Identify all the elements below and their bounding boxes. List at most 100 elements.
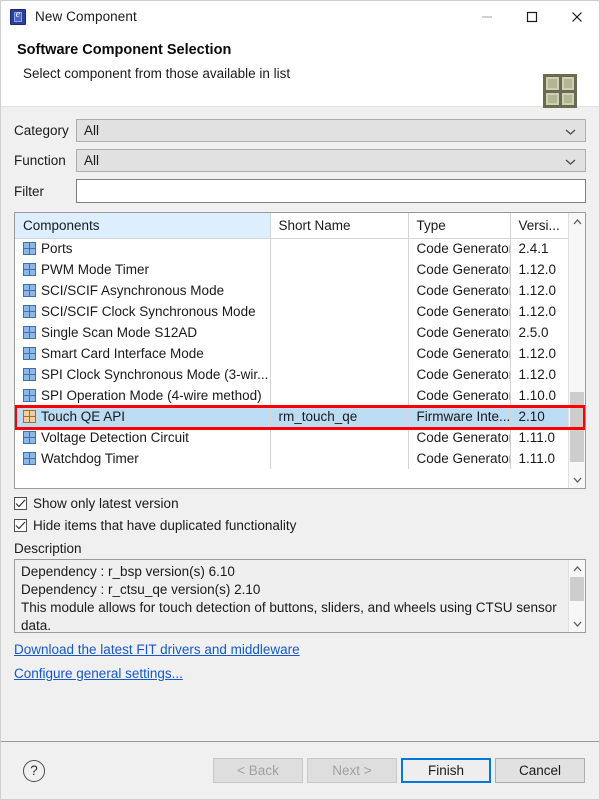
cell-version: 1.12.0 (518, 346, 557, 361)
cell-short-name (270, 238, 409, 259)
cell-type: Firmware Inte... (408, 406, 511, 427)
table-row[interactable]: Touch QE API rm_touch_qe Firmware Inte... 2… (15, 406, 568, 427)
function-label: Function (14, 153, 66, 168)
description-scroll-track[interactable] (569, 577, 585, 615)
show-latest-version-checkbox[interactable]: Show only latest version (14, 496, 586, 511)
table-row[interactable]: Watchdog Timer Code Generator 1.11.0 (15, 448, 568, 469)
table-row[interactable]: SPI Clock Synchronous Mode (3-wir... Code… (15, 364, 568, 385)
table-row[interactable]: Ports Code Generator 2.4.1 (15, 238, 568, 259)
table-row[interactable]: PWM Mode Timer Code Generator 1.12.0 (15, 259, 568, 280)
description-scrollbar[interactable] (568, 560, 585, 632)
cell-component-name: SPI Clock Synchronous Mode (3-wir... (15, 364, 271, 385)
function-dropdown[interactable]: All (76, 149, 586, 172)
component-grid-icon (23, 431, 36, 444)
components-table-body: Components Short Name Type Versi... Port… (15, 213, 568, 488)
cell-short-name (270, 427, 409, 448)
category-label: Category (14, 123, 69, 138)
new-component-dialog: New Component Software Component Selecti… (0, 0, 600, 800)
component-name-label: Ports (41, 241, 73, 257)
cell-type: Code Generator (408, 364, 511, 385)
description-line: Dependency : r_bsp version(s) 6.10 (21, 564, 235, 579)
cell-version: 1.12.0 (518, 283, 557, 298)
maximize-icon[interactable] (509, 1, 554, 32)
category-dropdown[interactable]: All (76, 119, 586, 142)
component-name-label: Voltage Detection Circuit (41, 430, 189, 445)
component-name-label: PWM Mode Timer (41, 262, 150, 277)
scroll-down-icon[interactable] (569, 471, 585, 488)
finish-button[interactable]: Finish (401, 758, 491, 783)
dialog-body: Category All Function All Filter Compone… (1, 107, 599, 799)
filter-label: Filter (14, 183, 44, 199)
scroll-up-icon[interactable] (569, 213, 585, 230)
component-grid-icon (23, 242, 36, 256)
scroll-down-icon[interactable] (569, 615, 585, 632)
table-row[interactable]: SPI Operation Mode (4-wire method) Code G… (15, 385, 568, 406)
component-name-label: SPI Clock Synchronous Mode (3-wir... (41, 367, 269, 382)
cell-type: Code Generator (408, 427, 511, 448)
show-latest-version-label: Show only latest version (33, 496, 179, 511)
cell-version: 1.11.0 (518, 451, 556, 466)
cell-short-name (270, 364, 409, 385)
table-row[interactable]: SCI/SCIF Clock Synchronous Mode Code Gene… (15, 301, 568, 322)
cell-short-name (270, 448, 409, 469)
dialog-header: Software Component Selection Select comp… (1, 32, 599, 108)
description-scroll-thumb[interactable] (570, 577, 584, 601)
cell-type: Code Generator (408, 259, 511, 280)
minimize-icon[interactable] (464, 1, 509, 32)
component-name-label: Watchdog Timer (41, 451, 139, 466)
description-line: Dependency : r_ctsu_qe version(s) 2.10 (21, 582, 261, 597)
column-header-short-name[interactable]: Short Name (270, 213, 409, 239)
chevron-down-icon (565, 123, 576, 138)
cell-short-name (270, 322, 409, 343)
table-row[interactable]: SCI/SCIF Asynchronous Mode Code Generator… (15, 280, 568, 301)
configure-general-settings-link[interactable]: Configure general settings... (14, 666, 183, 681)
filter-input[interactable] (76, 179, 586, 203)
cell-component-name: Watchdog Timer (15, 448, 271, 469)
cell-component-name: Touch QE API (15, 406, 271, 427)
download-fit-drivers-link[interactable]: Download the latest FIT drivers and midd… (14, 642, 300, 657)
back-button[interactable]: < Back (213, 758, 303, 783)
scroll-up-icon[interactable] (569, 560, 585, 577)
page-title: Software Component Selection (17, 42, 232, 58)
table-scroll-thumb[interactable] (570, 392, 584, 462)
description-line: data. (21, 618, 52, 632)
cell-component-name: Voltage Detection Circuit (15, 427, 271, 448)
cell-short-name (270, 385, 409, 406)
component-grid-icon (23, 410, 36, 423)
column-header-type[interactable]: Type (408, 213, 511, 239)
cancel-button[interactable]: Cancel (495, 758, 585, 783)
cell-version: 2.4.1 (518, 241, 549, 257)
cell-short-name (270, 343, 409, 364)
component-grid-icon (23, 389, 36, 402)
help-icon[interactable]: ? (23, 759, 45, 782)
component-name-label: Smart Card Interface Mode (41, 346, 204, 361)
table-scrollbar[interactable] (568, 213, 585, 488)
cell-component-name: Single Scan Mode S12AD (15, 322, 271, 343)
table-row[interactable]: Single Scan Mode S12AD Code Generator 2.5.… (15, 322, 568, 343)
cell-type: Code Generator (408, 343, 511, 364)
close-icon[interactable] (554, 1, 599, 32)
table-scroll-track[interactable] (569, 230, 585, 471)
title-bar: New Component (1, 1, 599, 32)
table-row[interactable]: Smart Card Interface Mode Code Generator 1… (15, 343, 568, 364)
cell-version: 1.12.0 (518, 304, 557, 319)
component-grid-icon (23, 452, 36, 465)
components-table: Components Short Name Type Versi... Port… (14, 212, 586, 489)
cell-component-name: Smart Card Interface Mode (15, 343, 271, 364)
table-row[interactable]: Voltage Detection Circuit Code Generator 1… (15, 427, 568, 448)
cell-type: Code Generator (408, 301, 511, 322)
component-name-label: Single Scan Mode S12AD (41, 325, 198, 340)
dialog-footer: ? < Back Next > Finish Cancel (1, 741, 599, 799)
description-text: Dependency : r_bsp version(s) 6.10 Depend… (15, 560, 568, 632)
cell-type: Code Generator (408, 448, 511, 469)
column-header-components[interactable]: Components (15, 213, 271, 239)
chevron-down-icon (565, 153, 576, 168)
component-name-label: SPI Operation Mode (4-wire method) (41, 388, 262, 403)
next-button[interactable]: Next > (307, 758, 397, 783)
cell-component-name: Ports (15, 238, 271, 259)
cell-type: Code Generator (408, 238, 511, 259)
table-rows: Ports Code Generator 2.4.1 PWM Mode Timer Co… (15, 238, 568, 469)
hide-duplicated-checkbox[interactable]: Hide items that have duplicated function… (14, 518, 586, 533)
column-header-version[interactable]: Versi... (510, 213, 568, 239)
cell-component-name: SCI/SCIF Asynchronous Mode (15, 280, 271, 301)
